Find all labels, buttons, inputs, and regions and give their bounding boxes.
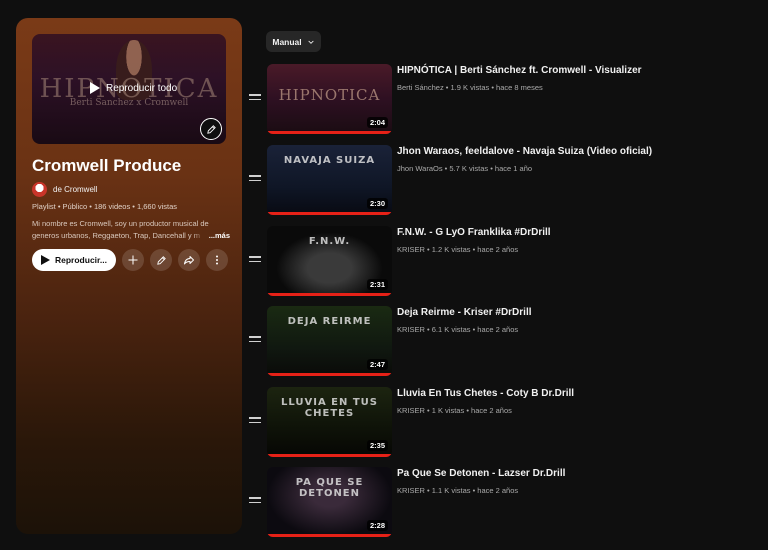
- watch-progress-bar: [267, 131, 392, 134]
- video-title[interactable]: Deja Reirme - Kriser #DrDrill: [397, 307, 532, 318]
- video-thumbnail[interactable]: NAVAJA SUIZA 2:30: [267, 145, 392, 215]
- playlist-video-row[interactable]: PA QUE SE DETONEN 2:28 Pa Que Se Detonen…: [249, 467, 749, 539]
- drag-handle-icon[interactable]: [249, 94, 261, 102]
- duration-badge: 2:30: [366, 198, 388, 209]
- avatar[interactable]: [32, 182, 47, 197]
- playlist-header-panel: HIPNOTICA Berti Sanchez x Cromwell Repro…: [16, 18, 242, 534]
- video-thumbnail[interactable]: DEJA REIRME 2:47: [267, 306, 392, 376]
- duration-badge: 2:35: [366, 440, 388, 451]
- drag-handle-icon[interactable]: [249, 175, 261, 183]
- watch-progress-bar: [267, 534, 392, 537]
- playlist-video-row[interactable]: HIPNOTICA 2:04 HIPNÓTICA | Berti Sánchez…: [249, 64, 749, 136]
- playlist-video-row[interactable]: LLUVIA EN TUS CHETES 2:35 Lluvia En Tus …: [249, 387, 749, 459]
- more-link[interactable]: ...más: [192, 230, 230, 242]
- duration-badge: 2:47: [366, 359, 388, 370]
- video-meta: Jhon WaraOs • 5.7 K vistas • hace 1 año: [397, 164, 533, 173]
- thumbnail-art-subtitle: Berti Sanchez x Cromwell: [69, 98, 189, 108]
- play-button-label: Reproducir...: [55, 255, 107, 265]
- thumbnail-art-text: LLUVIA EN TUS CHETES: [280, 397, 378, 419]
- play-icon: [41, 255, 50, 265]
- watch-progress-bar: [267, 373, 392, 376]
- video-thumbnail[interactable]: F.N.W. 2:31: [267, 226, 392, 296]
- description-text: Mi nombre es Cromwell, soy un productor …: [32, 219, 209, 240]
- drag-handle-icon[interactable]: [249, 256, 261, 264]
- more-options-button[interactable]: [206, 249, 228, 271]
- duration-badge: 2:04: [366, 117, 388, 128]
- watch-progress-bar: [267, 212, 392, 215]
- playlist-owner[interactable]: de Cromwell: [32, 182, 97, 197]
- video-thumbnail[interactable]: HIPNOTICA 2:04: [267, 64, 392, 134]
- more-vertical-icon: [216, 255, 218, 265]
- duration-badge: 2:28: [366, 520, 388, 531]
- drag-handle-icon[interactable]: [249, 497, 261, 505]
- owner-name[interactable]: de Cromwell: [53, 185, 97, 194]
- play-icon: [90, 82, 100, 94]
- play-all-overlay[interactable]: Reproducir todo: [90, 82, 177, 94]
- video-title[interactable]: F.N.W. - G LyO Franklika #DrDrill: [397, 227, 551, 238]
- video-title[interactable]: HIPNÓTICA | Berti Sánchez ft. Cromwell -…: [397, 65, 642, 76]
- video-meta: KRISER • 1.2 K vistas • hace 2 años: [397, 245, 519, 254]
- share-button[interactable]: [178, 249, 200, 271]
- video-meta: KRISER • 1 K vistas • hace 2 años: [397, 406, 512, 415]
- play-all-label: Reproducir todo: [106, 82, 178, 94]
- drag-handle-icon[interactable]: [249, 336, 261, 344]
- thumbnail-art-text: DEJA REIRME: [287, 316, 372, 327]
- watch-progress-bar: [267, 293, 392, 296]
- playlist-video-row[interactable]: F.N.W. 2:31 F.N.W. - G LyO Franklika #Dr…: [249, 226, 749, 298]
- play-button[interactable]: Reproducir...: [32, 249, 116, 271]
- video-title[interactable]: Lluvia En Tus Chetes - Coty B Dr.Drill: [397, 388, 574, 399]
- edit-button[interactable]: [150, 249, 172, 271]
- video-thumbnail[interactable]: PA QUE SE DETONEN 2:28: [267, 467, 392, 537]
- playlist-actions: Reproducir...: [32, 249, 228, 271]
- pencil-icon: [156, 255, 166, 265]
- video-meta: KRISER • 1.1 K vistas • hace 2 años: [397, 486, 519, 495]
- pencil-icon: [206, 124, 216, 134]
- sort-label: Manual: [272, 36, 302, 47]
- thumbnail-art-text: F.N.W.: [308, 236, 351, 247]
- video-meta: KRISER • 6.1 K vistas • hace 2 años: [397, 325, 519, 334]
- playlist-video-row[interactable]: NAVAJA SUIZA 2:30 Jhon Waraos, feeldalov…: [249, 145, 749, 217]
- playlist-thumbnail[interactable]: HIPNOTICA Berti Sanchez x Cromwell Repro…: [32, 34, 226, 144]
- edit-thumbnail-button[interactable]: [200, 118, 222, 140]
- video-title[interactable]: Jhon Waraos, feeldalove - Navaja Suiza (…: [397, 146, 652, 157]
- video-meta: Berti Sánchez • 1.9 K vistas • hace 8 me…: [397, 83, 543, 92]
- duration-badge: 2:31: [366, 279, 388, 290]
- playlist-video-row[interactable]: DEJA REIRME 2:47 Deja Reirme - Kriser #D…: [249, 306, 749, 378]
- playlist-title: Cromwell Produce: [32, 156, 182, 175]
- thumbnail-art-text: PA QUE SE DETONEN: [295, 477, 364, 499]
- plus-icon: [128, 255, 138, 265]
- video-thumbnail[interactable]: LLUVIA EN TUS CHETES 2:35: [267, 387, 392, 457]
- drag-handle-icon[interactable]: [249, 417, 261, 425]
- thumbnail-art-text: HIPNOTICA: [278, 86, 381, 104]
- watch-progress-bar: [267, 454, 392, 457]
- share-icon: [184, 256, 194, 265]
- chevron-down-icon: [308, 40, 314, 44]
- sort-dropdown[interactable]: Manual: [266, 31, 321, 52]
- add-button[interactable]: [122, 249, 144, 271]
- thumbnail-art-text: NAVAJA SUIZA: [283, 155, 376, 166]
- playlist-meta: Playlist • Público • 186 videos • 1,660 …: [32, 202, 178, 211]
- video-title[interactable]: Pa Que Se Detonen - Lazser Dr.Drill: [397, 468, 565, 479]
- playlist-description: Mi nombre es Cromwell, soy un productor …: [32, 218, 230, 242]
